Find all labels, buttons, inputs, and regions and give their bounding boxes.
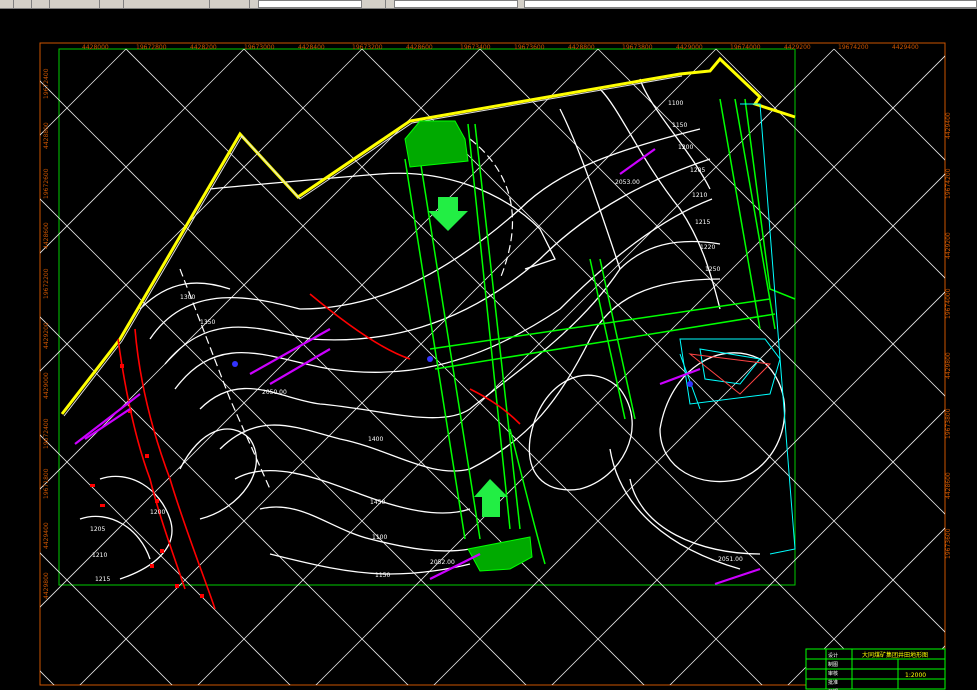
title-block: 大同煤矿集团井田地形图 1:2000 设计制图审核批准日期 <box>805 648 946 690</box>
contour-label: 1205 <box>90 526 105 533</box>
left-grid-label: 19672400 <box>43 418 50 449</box>
cad-drawing-area[interactable]: 4428000 19672800 4428200 19673000 4428400 196… <box>0 9 977 690</box>
contour-label: 1215 <box>695 219 710 226</box>
top-grid-label: 4428800 <box>568 44 595 51</box>
linetype-dropdown[interactable] <box>524 0 977 8</box>
cut-icon[interactable] <box>110 0 124 8</box>
left-grid-label: 4428600 <box>43 222 50 249</box>
left-grid-label: 4429400 <box>43 522 50 549</box>
annotation-label: 2051.00 <box>718 556 743 563</box>
top-grid-label: 4428600 <box>406 44 433 51</box>
contour-label: 1205 <box>690 167 705 174</box>
left-grid-label: 19672200 <box>43 268 50 299</box>
top-grid-label: 19674200 <box>838 44 869 51</box>
dashed-lines <box>179 138 514 490</box>
right-grid-labels: 4429400 19674200 4429200 19674000 4429800 196… <box>945 112 952 559</box>
fault-lines <box>117 293 521 610</box>
top-grid-label: 19673200 <box>352 44 383 51</box>
top-grid-label: 19673600 <box>514 44 545 51</box>
layer-icon[interactable] <box>372 0 386 8</box>
contour-label: 1150 <box>375 572 390 579</box>
contour-label: 1450 <box>370 499 385 506</box>
fault-marks <box>90 364 204 598</box>
coordinate-grid <box>40 48 945 685</box>
contour-label: 1100 <box>668 100 683 107</box>
annotation-label: 2053.00 <box>615 179 640 186</box>
contour-label: 1350 <box>200 319 215 326</box>
top-grid-label: 19673000 <box>244 44 275 51</box>
top-grid-label: 4428000 <box>82 44 109 51</box>
top-grid-label: 19672800 <box>136 44 167 51</box>
right-grid-label: 19673600 <box>945 528 952 559</box>
left-grid-label: 4428800 <box>43 122 50 149</box>
left-grid-labels: 19672400 4428800 19672600 4428600 19672200 44… <box>43 68 50 599</box>
right-grid-label: 4429400 <box>945 112 952 139</box>
title-block-title: 大同煤矿集团井田地形图 <box>862 651 928 659</box>
right-grid-label: 4429800 <box>945 352 952 379</box>
print-icon[interactable] <box>86 0 100 8</box>
left-grid-label: 4429800 <box>43 572 50 599</box>
contour-label: 1300 <box>180 294 195 301</box>
contour-label: 1200 <box>678 144 693 151</box>
left-grid-label: 4429200 <box>43 322 50 349</box>
open-icon[interactable] <box>18 0 32 8</box>
top-grid-label: 19673800 <box>622 44 653 51</box>
paint-icon[interactable] <box>196 0 210 8</box>
contour-label: 1220 <box>700 244 715 251</box>
top-grid-label: 4429000 <box>676 44 703 51</box>
top-grid-labels: 4428000 19672800 4428200 19673000 4428400 196… <box>82 44 919 51</box>
title-block-row: 制图 <box>828 661 838 668</box>
title-block-row: 审核 <box>828 670 838 677</box>
contour-label: 1100 <box>372 534 387 541</box>
left-grid-label: 19672600 <box>43 168 50 199</box>
pan-icon[interactable] <box>236 0 250 8</box>
left-grid-label: 4429000 <box>43 372 50 399</box>
contour-label: 1215 <box>95 576 110 583</box>
top-grid-label: 4428400 <box>298 44 325 51</box>
color-dropdown[interactable] <box>394 0 518 8</box>
right-grid-label: 19673800 <box>945 408 952 439</box>
borehole-annotations <box>74 148 761 586</box>
title-block-row: 批准 <box>828 679 838 686</box>
green-hatch-top <box>404 120 469 168</box>
save-icon[interactable] <box>36 0 50 8</box>
top-grid-label: 4429400 <box>892 44 919 51</box>
layer-dropdown[interactable] <box>258 0 362 8</box>
contour-label: 1150 <box>672 122 687 129</box>
top-grid-label: 19673400 <box>460 44 491 51</box>
right-grid-label: 19674200 <box>945 168 952 199</box>
top-grid-label: 4429200 <box>784 44 811 51</box>
arrow-down-icon <box>428 197 468 231</box>
right-grid-label: 4429200 <box>945 232 952 259</box>
contour-label: 1200 <box>150 509 165 516</box>
new-icon[interactable] <box>0 0 14 8</box>
right-grid-label: 19674000 <box>945 288 952 319</box>
title-block-scale: 1:2000 <box>905 672 926 679</box>
right-grid-label: 4428600 <box>945 472 952 499</box>
annotation-label: 2050.00 <box>262 389 287 396</box>
contour-label: 1210 <box>692 192 707 199</box>
toolbar <box>0 0 977 9</box>
left-grid-label: 19672400 <box>43 68 50 99</box>
title-block-row: 设计 <box>828 652 838 659</box>
top-grid-label: 19674000 <box>730 44 761 51</box>
contour-label: 1400 <box>368 436 383 443</box>
contour-label: 1250 <box>705 266 720 273</box>
left-grid-label: 19671800 <box>43 468 50 499</box>
top-grid-label: 4428200 <box>190 44 217 51</box>
contour-label: 1210 <box>92 552 107 559</box>
annotation-label: 2052.00 <box>430 559 455 566</box>
